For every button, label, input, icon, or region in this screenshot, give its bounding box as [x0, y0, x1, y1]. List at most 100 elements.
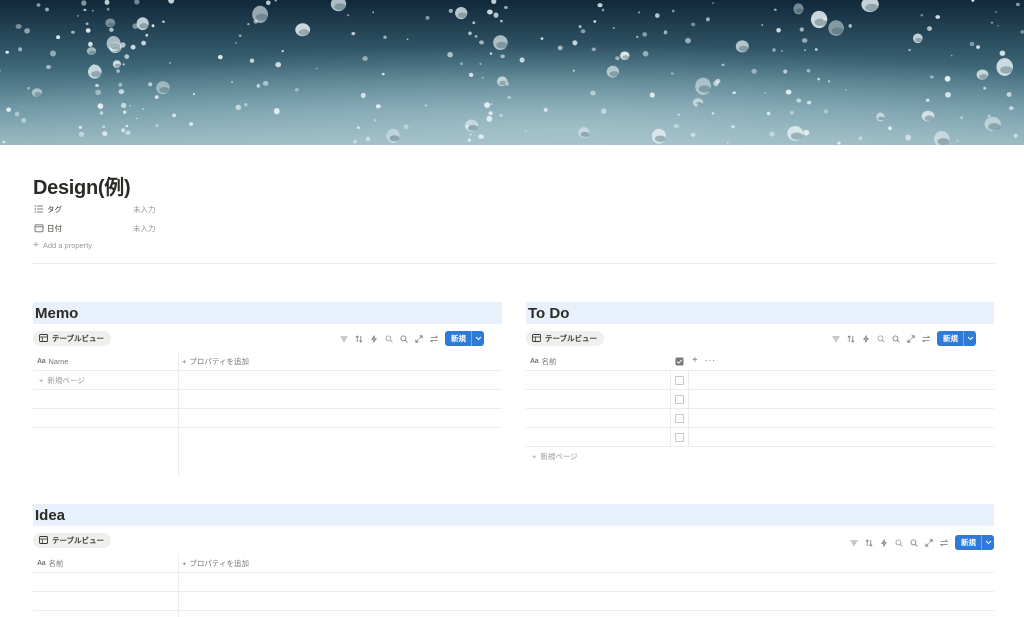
table-row[interactable] — [526, 390, 994, 409]
checkbox-column-icon[interactable] — [675, 357, 684, 368]
raindrop — [154, 95, 159, 99]
more-options-icon[interactable]: ··· — [705, 355, 716, 365]
expand-icon[interactable] — [904, 332, 917, 346]
raindrop — [785, 89, 792, 95]
filter-icon[interactable] — [337, 332, 350, 346]
raindrop-shadow — [389, 135, 400, 142]
raindrop — [1006, 92, 1012, 97]
table-view-tab[interactable]: テーブルビュー — [526, 331, 605, 346]
raindrop — [189, 122, 194, 126]
raindrop — [493, 12, 499, 18]
table-view-tab[interactable]: テーブルビュー — [33, 533, 112, 548]
cover-image[interactable] — [0, 0, 1024, 145]
raindrop — [726, 142, 729, 144]
raindrop — [814, 48, 818, 51]
table-header: Aa Name + プロパティを追加 — [33, 352, 502, 371]
property-tags[interactable]: タグ 未入力 — [33, 200, 156, 218]
raindrop — [638, 11, 640, 14]
filter-icon[interactable] — [847, 536, 860, 550]
search-icon[interactable] — [889, 332, 902, 346]
property-value[interactable]: 未入力 — [133, 223, 156, 234]
raindrop — [6, 107, 11, 112]
table-row[interactable] — [526, 371, 994, 390]
sort-icon[interactable] — [352, 332, 365, 346]
raindrop — [484, 102, 491, 108]
add-column-icon[interactable]: + — [692, 355, 698, 366]
raindrop — [772, 48, 776, 52]
add-property-button[interactable]: + Add a property — [33, 240, 92, 251]
text-type-icon: Aa — [530, 357, 539, 365]
chevron-down-icon[interactable] — [963, 331, 976, 346]
sort-icon[interactable] — [862, 536, 875, 550]
filter-icon[interactable] — [829, 332, 842, 346]
raindrop — [649, 92, 655, 98]
settings-icon[interactable] — [427, 332, 440, 346]
new-button-label: 新規 — [961, 538, 976, 547]
raindrop — [1013, 133, 1018, 138]
new-page-button[interactable]: + 新規ページ — [33, 371, 502, 390]
raindrop — [130, 44, 136, 50]
table-icon — [532, 333, 541, 344]
ai-search-icon[interactable] — [874, 332, 887, 346]
toolbar-tools: 新規 — [337, 331, 484, 346]
table-row[interactable] — [33, 409, 502, 428]
raindrop — [46, 65, 51, 69]
expand-icon[interactable] — [412, 332, 425, 346]
table-row[interactable] — [526, 409, 994, 428]
automation-icon[interactable] — [367, 332, 380, 346]
raindrop — [731, 125, 735, 129]
raindrop — [479, 62, 482, 65]
ai-search-icon[interactable] — [382, 332, 395, 346]
raindrop — [424, 104, 428, 107]
search-icon[interactable] — [907, 536, 920, 550]
raindrop — [14, 111, 20, 117]
table-view-tab[interactable]: テーブルビュー — [33, 331, 112, 346]
settings-icon[interactable] — [937, 536, 950, 550]
sort-icon[interactable] — [844, 332, 857, 346]
raindrop — [994, 11, 997, 13]
raindrop — [83, 8, 87, 12]
expand-icon[interactable] — [922, 536, 935, 550]
table-row[interactable] — [33, 390, 502, 409]
add-property-column[interactable]: + プロパティを追加 — [182, 558, 249, 569]
raindrop — [249, 58, 255, 63]
todo-checkbox[interactable] — [675, 433, 684, 442]
settings-icon[interactable] — [919, 332, 932, 346]
raindrop — [593, 20, 597, 23]
chevron-down-icon[interactable] — [981, 535, 994, 550]
property-date[interactable]: 日付 未入力 — [33, 219, 156, 237]
raindrop — [372, 11, 375, 14]
raindrop — [489, 52, 493, 55]
table-row[interactable] — [33, 573, 994, 592]
raindrop — [828, 80, 831, 83]
add-property-column[interactable]: + プロパティを追加 — [182, 356, 249, 367]
name-column-header[interactable]: Aa 名前 — [526, 356, 556, 367]
raindrop — [217, 55, 223, 60]
new-button[interactable]: 新規 — [937, 331, 976, 346]
search-icon[interactable] — [397, 332, 410, 346]
todo-checkbox[interactable] — [675, 395, 684, 404]
page-title[interactable]: Design(例) — [33, 171, 131, 200]
table-row[interactable] — [33, 592, 994, 611]
raindrop — [121, 128, 126, 133]
property-value[interactable]: 未入力 — [133, 204, 156, 215]
raindrop — [469, 133, 472, 136]
raindrop — [120, 42, 126, 48]
new-page-button[interactable]: + 新規ページ — [526, 447, 994, 466]
table-row[interactable]: + 新規ページ — [33, 371, 502, 390]
name-column-header[interactable]: Aa 名前 — [33, 558, 63, 569]
new-button[interactable]: 新規 — [955, 535, 994, 550]
todo-checkbox[interactable] — [675, 376, 684, 385]
automation-icon[interactable] — [877, 536, 890, 550]
raindrop — [403, 124, 409, 130]
chevron-down-icon[interactable] — [471, 331, 484, 346]
todo-checkbox[interactable] — [675, 414, 684, 423]
column-label: 名前 — [48, 558, 64, 568]
ai-search-icon[interactable] — [892, 536, 905, 550]
new-button[interactable]: 新規 — [445, 331, 484, 346]
name-column-header[interactable]: Aa Name — [33, 357, 68, 366]
automation-icon[interactable] — [859, 332, 872, 346]
raindrop — [120, 102, 127, 108]
table-row[interactable] — [526, 428, 994, 447]
raindrop — [425, 16, 430, 20]
